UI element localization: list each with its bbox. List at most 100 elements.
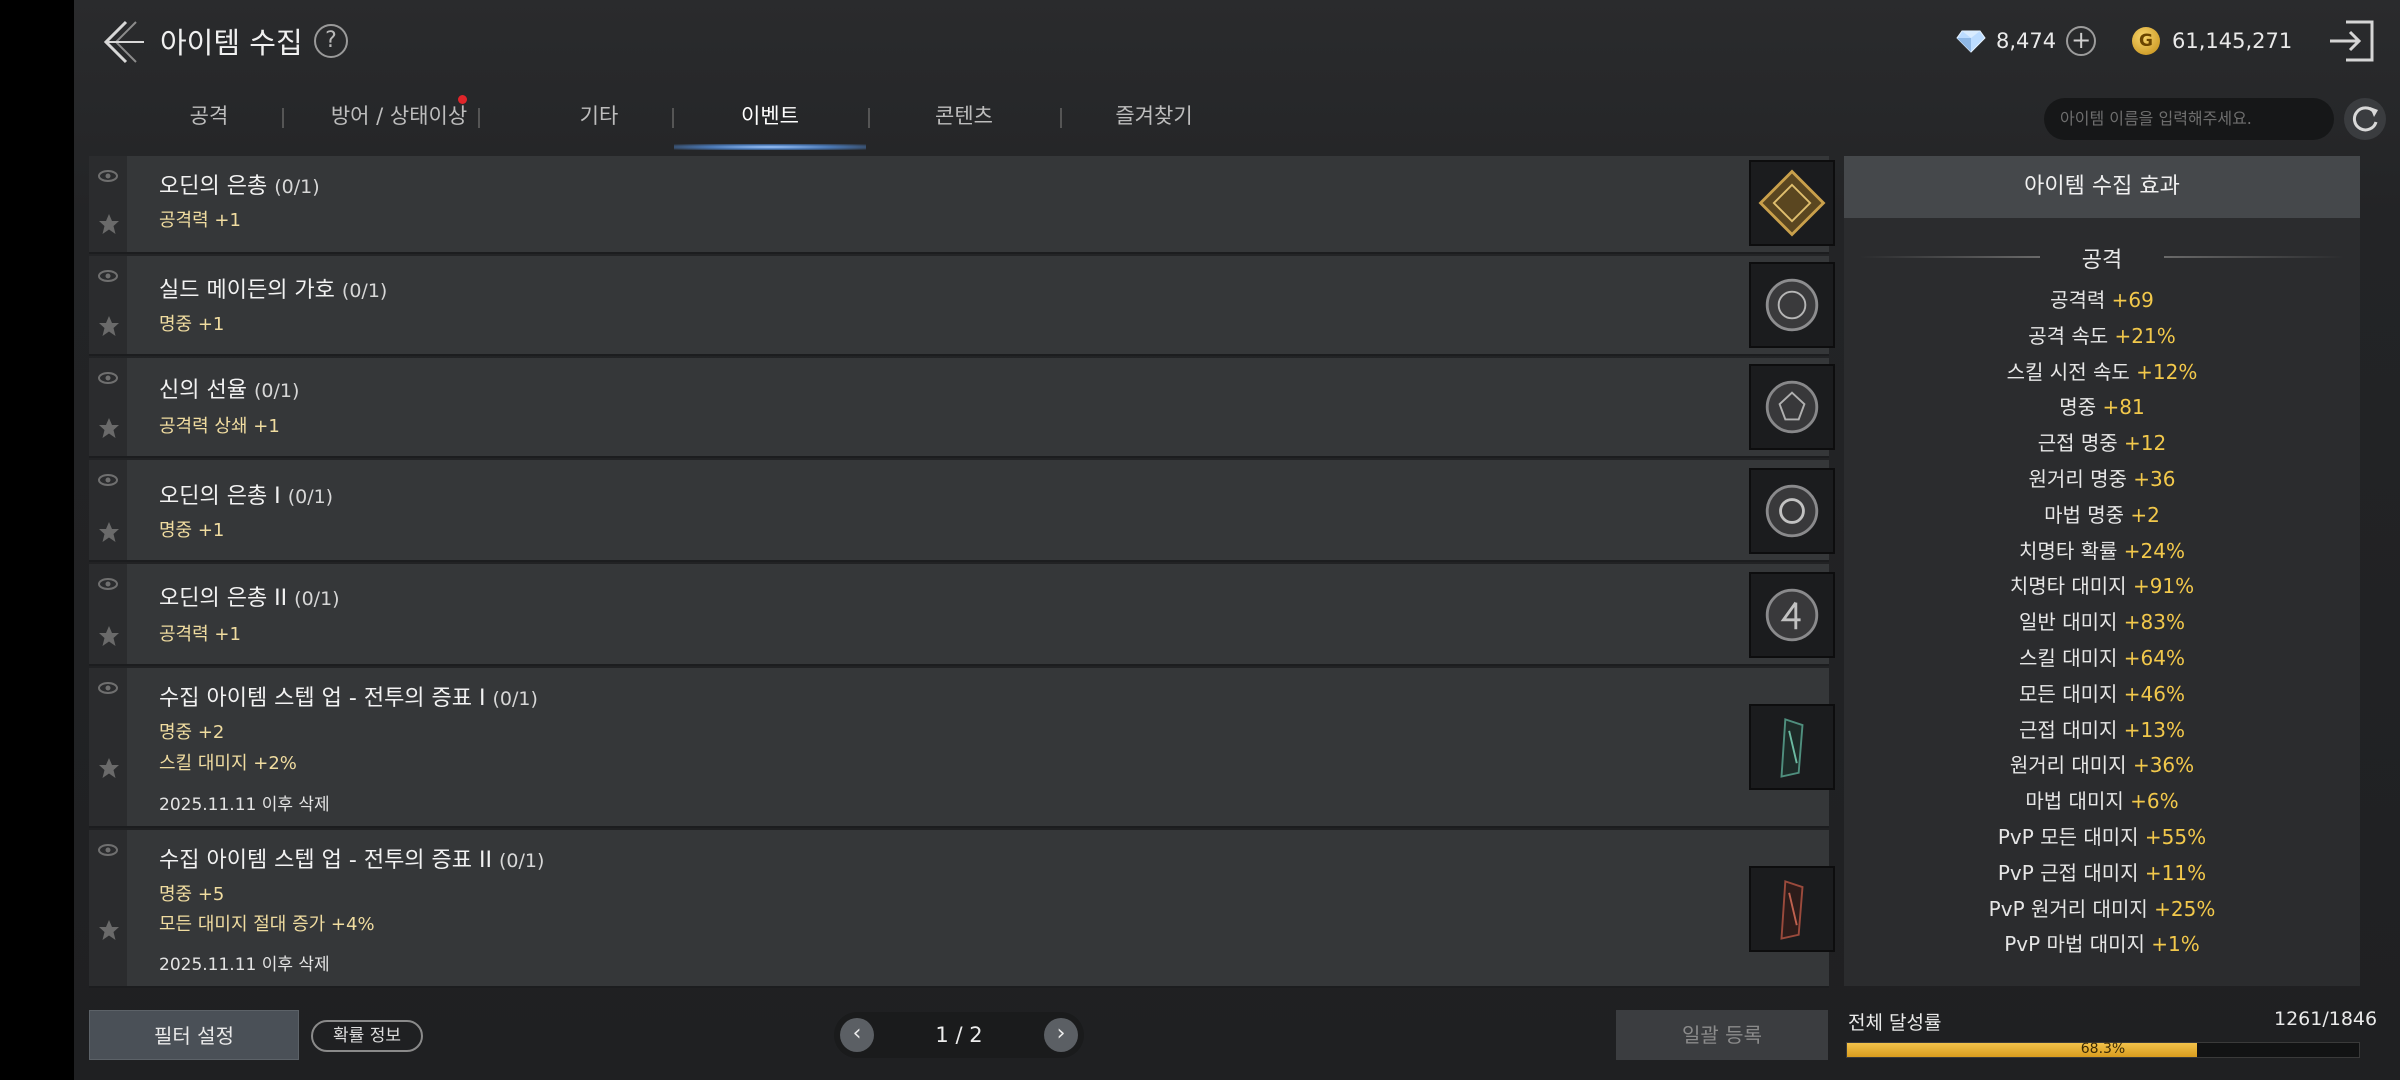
item-stat: 명중 +1 <box>159 520 225 541</box>
effect-label: 스킬 대미지 <box>2019 646 2118 670</box>
collection-item-row[interactable]: 수집 아이템 스텝 업 - 전투의 증표 II (0/1) 명중 +5 모든 대… <box>89 830 1835 988</box>
collection-item-row[interactable]: 실드 메이든의 가호 (0/1) 명중 +1 <box>89 256 1835 356</box>
exit-button[interactable] <box>2328 18 2378 64</box>
collection-item-row[interactable]: 오딘의 은총 (0/1) 공격력 +1 <box>89 156 1835 254</box>
effect-value: +6% <box>2130 789 2179 814</box>
tab-divider <box>1060 108 1062 128</box>
favorite-star-icon[interactable] <box>97 520 121 544</box>
effect-row: 근접 명중 +12 <box>1844 427 2360 456</box>
effect-label: 치명타 대미지 <box>2009 574 2127 599</box>
item-collection-screen: 아이템 수집 ? 8,474 + G 61,145,271 공격 방어 / 상태… <box>74 0 2400 1080</box>
overall-progress-bar: 68.3% <box>1846 1041 2360 1058</box>
numbered-coin-icon <box>1765 588 1819 642</box>
eye-icon[interactable] <box>97 370 119 386</box>
effect-value: +11% <box>2144 860 2207 885</box>
next-page-button[interactable]: › <box>1044 1018 1078 1052</box>
row-side-bar <box>89 460 127 560</box>
effect-label: 원거리 대미지 <box>2009 753 2127 778</box>
item-name: 실드 메이든의 가호 (0/1) <box>159 278 388 303</box>
effect-row: PvP 모든 대미지 +55% <box>1844 821 2360 850</box>
effect-value: +24% <box>2123 538 2185 563</box>
add-diamond-button[interactable]: + <box>2066 26 2097 56</box>
effect-value: +25% <box>2154 896 2216 921</box>
batch-register-button[interactable]: 일괄 등록 <box>1616 1010 1828 1060</box>
section-divider <box>2164 256 2344 258</box>
category-tabs: 공격 방어 / 상태이상 기타 이벤트 콘텐츠 즐겨찾기 <box>74 96 1224 152</box>
row-side-bar <box>89 256 127 354</box>
effect-label: 공격 속도 <box>2028 323 2109 348</box>
eye-icon[interactable] <box>97 472 119 488</box>
item-name: 수집 아이템 스텝 업 - 전투의 증표 II (0/1) <box>159 848 545 873</box>
notification-dot <box>458 95 467 104</box>
effect-value: +21% <box>2114 323 2176 348</box>
effect-value: +12 <box>2124 431 2167 456</box>
item-name: 오딘의 은총 II (0/1) <box>159 586 340 611</box>
collection-item-row[interactable]: 오딘의 은총 I (0/1) 명중 +1 <box>89 460 1835 562</box>
eye-icon[interactable] <box>97 680 119 696</box>
favorite-star-icon[interactable] <box>97 314 121 338</box>
effect-row: 공격 속도 +21% <box>1844 320 2360 349</box>
row-side-bar <box>89 564 127 664</box>
item-slot[interactable] <box>1749 262 1835 348</box>
effect-value: +13% <box>2123 717 2185 742</box>
favorite-star-icon[interactable] <box>97 212 121 236</box>
prev-page-button[interactable]: ‹ <box>840 1018 874 1052</box>
eye-icon[interactable] <box>97 168 119 184</box>
effect-row: 치명타 확률 +24% <box>1844 535 2360 564</box>
tab-contents[interactable]: 콘텐츠 <box>874 96 1054 152</box>
item-slot[interactable] <box>1749 364 1835 450</box>
tab-attack[interactable]: 공격 <box>144 96 274 152</box>
silver-emblem-icon <box>1765 278 1819 332</box>
favorite-star-icon[interactable] <box>97 918 121 942</box>
collection-item-row[interactable]: 오딘의 은총 II (0/1) 공격력 +1 <box>89 564 1835 666</box>
eye-icon[interactable] <box>97 268 119 284</box>
eye-icon[interactable] <box>97 576 119 592</box>
item-count: (0/1) <box>499 850 545 872</box>
help-button[interactable]: ? <box>314 24 348 58</box>
overall-progress-label: 전체 달성률 <box>1848 1012 1942 1034</box>
effect-value: +36 <box>2133 467 2176 491</box>
green-token-icon <box>1780 718 1804 778</box>
effect-row: 스킬 시전 속도 +12% <box>1844 356 2360 385</box>
item-count: (0/1) <box>253 380 300 402</box>
melody-emblem-icon <box>1765 380 1819 434</box>
item-stat: 명중 +2 <box>159 722 225 743</box>
filter-settings-button[interactable]: 필터 설정 <box>89 1010 299 1060</box>
red-token-icon <box>1780 880 1804 940</box>
tab-favorites[interactable]: 즐겨찾기 <box>1064 96 1244 152</box>
row-side-bar <box>89 830 127 986</box>
tab-etc[interactable]: 기타 <box>524 96 674 152</box>
refresh-button[interactable] <box>2344 98 2386 140</box>
effect-value: +46% <box>2123 681 2185 706</box>
effect-row: 일반 대미지 +83% <box>1844 606 2360 635</box>
gold-currency: G 61,145,271 <box>2132 24 2292 58</box>
effect-label: 명중 <box>2059 395 2097 420</box>
item-slot[interactable] <box>1749 468 1835 554</box>
item-name: 수집 아이템 스텝 업 - 전투의 증표 I (0/1) <box>159 686 538 711</box>
effect-row: 명중 +81 <box>1844 391 2360 420</box>
back-button[interactable] <box>96 16 148 68</box>
row-side-bar <box>89 668 127 826</box>
item-slot[interactable] <box>1749 866 1835 952</box>
diamond-amount: 8,474 <box>1996 29 2057 53</box>
item-stat: 명중 +5 <box>159 884 225 905</box>
effect-label: 근접 대미지 <box>2019 717 2118 742</box>
effect-label: 마법 대미지 <box>2025 789 2124 814</box>
item-slot[interactable] <box>1749 160 1835 246</box>
favorite-star-icon[interactable] <box>97 416 121 440</box>
eye-icon[interactable] <box>97 842 119 858</box>
item-slot[interactable] <box>1749 704 1835 790</box>
pagination: 1 / 2 ‹ › <box>834 1012 1084 1058</box>
effect-value: +69 <box>2111 288 2154 312</box>
effect-label: PvP 근접 대미지 <box>1997 860 2139 885</box>
collection-item-row[interactable]: 수집 아이템 스텝 업 - 전투의 증표 I (0/1) 명중 +2 스킬 대미… <box>89 668 1835 828</box>
collection-item-row[interactable]: 신의 선율 (0/1) 공격력 상쇄 +1 <box>89 358 1835 458</box>
item-slot[interactable] <box>1749 572 1835 658</box>
favorite-star-icon[interactable] <box>97 624 121 648</box>
effect-value: +12% <box>2136 359 2198 384</box>
tab-divider <box>672 108 674 128</box>
item-search-input[interactable]: 아이템 이름을 입력해주세요. <box>2044 98 2334 140</box>
probability-info-button[interactable]: 확률 정보 <box>311 1020 423 1052</box>
item-count: (0/1) <box>287 486 334 508</box>
favorite-star-icon[interactable] <box>97 756 121 780</box>
